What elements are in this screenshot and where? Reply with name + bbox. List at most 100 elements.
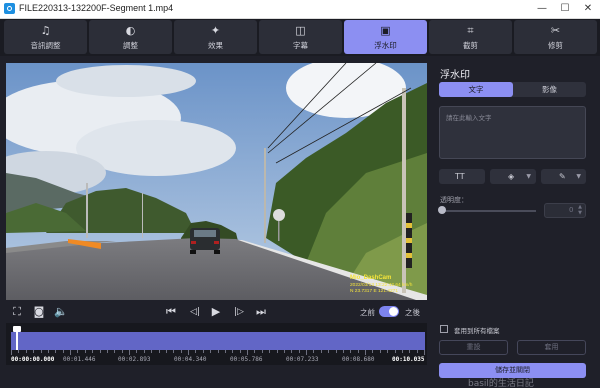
skip-to-start-icon[interactable]: ⏮ bbox=[164, 306, 178, 318]
scissors-icon: ✂ bbox=[550, 24, 561, 37]
timeline-tick bbox=[114, 350, 115, 353]
timeline-tick bbox=[136, 350, 137, 353]
apply-all-checkbox[interactable] bbox=[440, 325, 448, 333]
video-preview[interactable] bbox=[6, 63, 427, 300]
timeline-end-time: 00:10.035 bbox=[392, 356, 425, 363]
tab-label: 浮水印 bbox=[374, 41, 397, 50]
magic-wand-icon: ✦ bbox=[210, 24, 221, 37]
tab-label: 修剪 bbox=[548, 41, 563, 50]
timeline-tick bbox=[77, 350, 78, 353]
opacity-value: 0 bbox=[569, 206, 574, 214]
reset-button[interactable]: 重設 bbox=[439, 340, 508, 355]
fill-dropdown[interactable]: ◈ ▼ bbox=[490, 169, 536, 184]
next-frame-icon[interactable]: |▷ bbox=[230, 306, 248, 318]
timeline-mark: 00:02.893 bbox=[118, 356, 151, 363]
tab-trim[interactable]: ✂ 修剪 bbox=[514, 20, 597, 54]
opacity-slider-handle[interactable] bbox=[438, 206, 446, 214]
timeline-tick bbox=[210, 350, 211, 353]
pencil-icon: ✎ bbox=[559, 172, 566, 181]
timeline-tick bbox=[336, 350, 337, 353]
music-note-icon: ♫ bbox=[40, 24, 51, 37]
tab-adjust[interactable]: ◐ 調整 bbox=[89, 20, 172, 54]
after-label: 之後 bbox=[405, 308, 420, 317]
timeline-tick bbox=[144, 350, 145, 353]
opacity-input[interactable]: 0 ▲ ▼ bbox=[544, 203, 586, 218]
timeline-mark: 00:05.786 bbox=[230, 356, 263, 363]
timeline-tick bbox=[262, 350, 263, 353]
maximize-button[interactable]: ☐ bbox=[555, 2, 575, 16]
camera-icon[interactable]: ◙ bbox=[32, 306, 46, 318]
title-bar: FILE220313-132200F-Segment 1.mp4 — ☐ ✕ bbox=[0, 0, 600, 19]
timeline-tick bbox=[195, 350, 196, 353]
timeline-tick bbox=[70, 350, 71, 355]
window-title: FILE220313-132200F-Segment 1.mp4 bbox=[19, 3, 174, 13]
video-overlay-camera-name: Mio_DashCam bbox=[350, 275, 392, 281]
timeline-tick bbox=[372, 350, 373, 353]
tab-subtitles[interactable]: ◫ 字幕 bbox=[259, 20, 342, 54]
timeline-tick bbox=[232, 350, 233, 353]
timeline-tick bbox=[247, 350, 248, 355]
timeline-tick bbox=[269, 350, 270, 353]
timeline-tick bbox=[159, 350, 160, 353]
font-icon: TT bbox=[455, 172, 465, 181]
timeline-tick bbox=[11, 350, 12, 355]
timeline-tick bbox=[409, 350, 410, 353]
timeline-tick bbox=[321, 350, 322, 353]
tab-label: 效果 bbox=[208, 41, 223, 50]
playhead[interactable] bbox=[16, 328, 18, 350]
timeline-tick bbox=[41, 350, 42, 353]
stepper-down-icon[interactable]: ▼ bbox=[578, 211, 582, 216]
timeline-tick bbox=[350, 350, 351, 353]
timeline-tick bbox=[92, 350, 93, 353]
timeline-tick bbox=[166, 350, 167, 353]
timeline-tick bbox=[173, 350, 174, 353]
apply-button[interactable]: 套用 bbox=[517, 340, 586, 355]
timeline-tick bbox=[306, 350, 307, 355]
timeline-tick bbox=[63, 350, 64, 353]
panel-title: 浮水印 bbox=[440, 70, 470, 81]
adjust-icon: ◐ bbox=[125, 24, 136, 37]
tab-label: 截剪 bbox=[463, 41, 478, 50]
timeline[interactable]: 00:00:00.000 00:01.446 00:02.893 00:04.3… bbox=[6, 323, 427, 365]
timeline-tick bbox=[122, 350, 123, 353]
tab-audio-adjust[interactable]: ♫ 音訊調整 bbox=[4, 20, 87, 54]
skip-to-end-icon[interactable]: ⏭ bbox=[254, 306, 268, 318]
volume-icon[interactable]: 🔈 bbox=[54, 306, 68, 318]
fullscreen-icon[interactable]: ⛶ bbox=[10, 306, 24, 318]
timeline-tick bbox=[18, 350, 19, 353]
opacity-slider-track[interactable] bbox=[442, 210, 536, 212]
tab-label: 調整 bbox=[123, 41, 138, 50]
timeline-tick bbox=[129, 350, 130, 355]
text-watermark-tab[interactable]: 文字 bbox=[439, 82, 513, 97]
timeline-tick bbox=[365, 350, 366, 355]
app-icon bbox=[4, 3, 15, 14]
tab-crop[interactable]: ⌗ 截剪 bbox=[429, 20, 512, 54]
timeline-tick bbox=[417, 350, 418, 353]
timeline-tick bbox=[299, 350, 300, 353]
color-dropdown[interactable]: ✎ ▼ bbox=[541, 169, 586, 184]
minimize-button[interactable]: — bbox=[532, 2, 552, 16]
timeline-tick bbox=[218, 350, 219, 353]
font-button[interactable]: TT bbox=[439, 169, 485, 184]
timeline-track[interactable] bbox=[11, 332, 425, 350]
timeline-tick bbox=[151, 350, 152, 353]
timeline-mark: 00:07.233 bbox=[286, 356, 319, 363]
timeline-tick bbox=[402, 350, 403, 353]
before-after-toggle[interactable] bbox=[379, 306, 399, 317]
image-watermark-tab[interactable]: 影像 bbox=[513, 82, 586, 97]
tab-watermark[interactable]: ▣ 浮水印 bbox=[344, 20, 427, 54]
timeline-tick bbox=[328, 350, 329, 353]
previous-frame-icon[interactable]: ◁| bbox=[186, 306, 204, 318]
crop-icon: ⌗ bbox=[467, 24, 474, 37]
close-button[interactable]: ✕ bbox=[578, 2, 598, 16]
gps-line-2: N 23.7317 E 121.4271 bbox=[350, 288, 399, 294]
play-icon[interactable]: ▶ bbox=[209, 306, 223, 318]
timeline-tick bbox=[380, 350, 381, 353]
app-window: FILE220313-132200F-Segment 1.mp4 — ☐ ✕ ♫… bbox=[0, 0, 600, 388]
subtitle-icon: ◫ bbox=[295, 24, 306, 37]
timeline-tick bbox=[424, 350, 425, 355]
timeline-mark: 00:01.446 bbox=[63, 356, 96, 363]
watermark-text-input[interactable]: 請在此輸入文字 bbox=[439, 106, 586, 159]
tab-effects[interactable]: ✦ 效果 bbox=[174, 20, 257, 54]
chevron-down-icon: ▼ bbox=[526, 173, 531, 180]
